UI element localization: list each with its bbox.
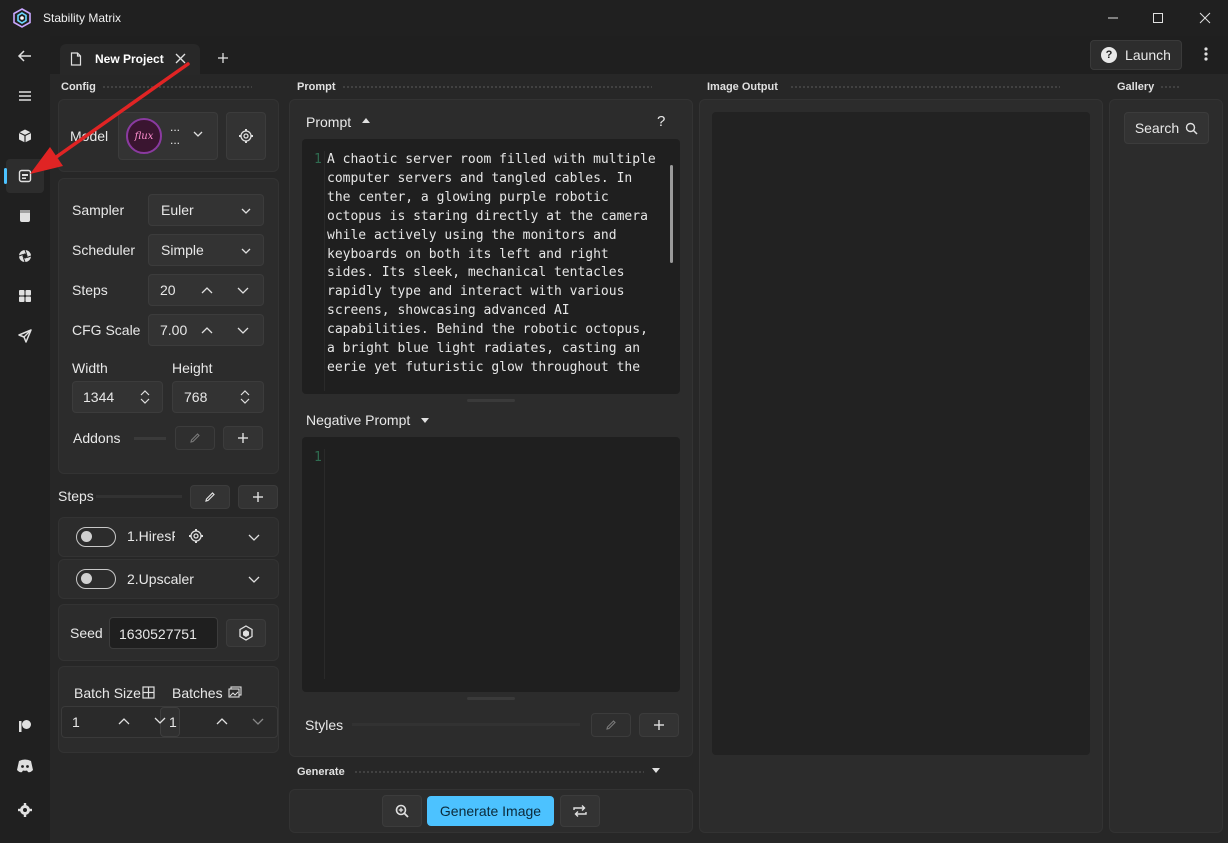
annotation-arrow [30, 62, 190, 174]
